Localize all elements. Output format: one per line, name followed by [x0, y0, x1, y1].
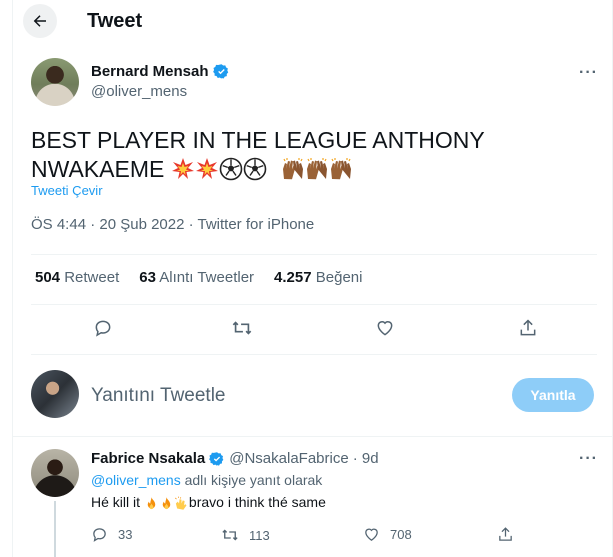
arrow-left-icon — [33, 15, 46, 27]
header: Tweet — [13, 0, 612, 42]
author-name: Bernard Mensah — [91, 63, 209, 80]
reply-icon — [93, 528, 106, 542]
author-avatar[interactable] — [31, 58, 79, 106]
likes-label: Beğeni — [315, 269, 363, 286]
reply-icon — [95, 320, 111, 337]
page-title: Tweet — [87, 10, 143, 32]
replying-to-handle[interactable]: @oliver_mens — [91, 472, 181, 488]
share-button[interactable] — [516, 316, 540, 340]
tweet-page: Tweet Bernard Mensah @oliver_mens ··· BE… — [12, 0, 613, 557]
divider — [31, 254, 597, 255]
soccer-ball-emoji-icon — [219, 157, 243, 181]
quotes-count: 63 — [139, 269, 156, 286]
tweet-text-line2: NWAKAEME — [31, 156, 171, 182]
retweets-stat[interactable]: 504 Retweet — [35, 269, 119, 286]
verified-badge-icon — [212, 64, 228, 79]
tweet-timestamp[interactable]: ÖS 4:44 · 20 Şub 2022 · Twitter for iPho… — [31, 216, 314, 233]
replying-to: @oliver_mens adlı kişiye yanıt olarak — [91, 472, 322, 488]
soccer-ball-emoji-icon — [243, 157, 267, 181]
reply-author-handle[interactable]: @NsakalaFabrice — [229, 450, 348, 467]
retweet-icon — [222, 529, 238, 541]
divider — [31, 304, 597, 305]
back-button[interactable] — [23, 4, 57, 38]
reply-share-button[interactable] — [497, 526, 514, 543]
clapping-hands-emoji-icon — [174, 496, 187, 510]
likes-count: 4.257 — [274, 269, 312, 286]
reply-author-name[interactable]: Fabrice Nsakala — [91, 450, 205, 467]
raised-hands-emoji-icon — [283, 158, 304, 180]
reply-submit-button[interactable]: Yanıtla — [512, 378, 594, 412]
fire-emoji-icon — [147, 497, 156, 510]
retweet-icon — [232, 321, 252, 335]
share-icon — [499, 527, 512, 541]
tweet-text-line1: BEST PLAYER IN THE LEAGUE ANTHONY — [31, 127, 485, 153]
tweet-text: BEST PLAYER IN THE LEAGUE ANTHONY NWAKAE… — [31, 126, 501, 184]
reply-button[interactable] — [91, 316, 115, 340]
heart-icon — [365, 528, 378, 541]
collision-emoji-icon — [171, 158, 194, 179]
reply-text: Hé kill it bravo i think thé same — [91, 494, 326, 511]
collision-emoji-icon — [195, 158, 218, 179]
current-user-avatar[interactable] — [31, 370, 79, 418]
more-options-button[interactable]: ··· — [579, 64, 598, 82]
reply-like-count: 708 — [390, 527, 412, 542]
reply-time[interactable]: · 9d — [353, 450, 379, 467]
reply-input[interactable]: Yanıtını Tweetle — [91, 385, 226, 407]
translate-tweet-link[interactable]: Tweeti Çevir — [31, 183, 103, 198]
heart-icon — [377, 321, 393, 336]
quotes-stat[interactable]: 63 Alıntı Tweetler — [139, 269, 254, 286]
reply-retweet-count: 113 — [249, 527, 270, 543]
thread-line — [54, 501, 56, 557]
replying-to-suffix: adlı kişiye yanıt olarak — [180, 472, 323, 488]
raised-hands-emoji-icon — [331, 158, 352, 180]
share-icon — [520, 319, 536, 336]
more-icon: ··· — [579, 64, 598, 81]
tweet-stats: 504 Retweet 63 Alıntı Tweetler 4.257 Beğ… — [35, 269, 362, 286]
reply-text-end: bravo i think thé same — [188, 494, 326, 510]
retweet-button[interactable] — [230, 316, 254, 340]
reply-more-options-button[interactable]: ··· — [579, 450, 598, 468]
more-icon: ··· — [579, 450, 598, 467]
reply-header: Fabrice Nsakala @NsakalaFabrice · 9d — [91, 450, 379, 467]
reply-like-button[interactable]: 708 — [363, 526, 412, 543]
divider — [13, 436, 612, 437]
divider — [31, 354, 597, 355]
author-handle[interactable]: @oliver_mens — [91, 83, 187, 100]
reply-reply-count: 33 — [118, 527, 133, 542]
author-name-row[interactable]: Bernard Mensah — [91, 63, 230, 80]
quotes-label: Alıntı Tweetler — [159, 269, 255, 286]
like-button[interactable] — [373, 316, 397, 340]
reply-reply-button[interactable]: 33 — [91, 526, 132, 543]
reply-text-start: Hé kill it — [91, 494, 144, 510]
retweets-count: 504 — [35, 269, 61, 286]
retweets-label: Retweet — [64, 269, 120, 286]
likes-stat[interactable]: 4.257 Beğeni — [274, 269, 362, 286]
reply-author-avatar[interactable] — [31, 449, 79, 497]
raised-hands-emoji-icon — [307, 158, 328, 180]
fire-emoji-icon — [162, 497, 171, 510]
reply-retweet-button[interactable]: 113 — [221, 526, 270, 544]
verified-badge-icon — [209, 451, 224, 466]
